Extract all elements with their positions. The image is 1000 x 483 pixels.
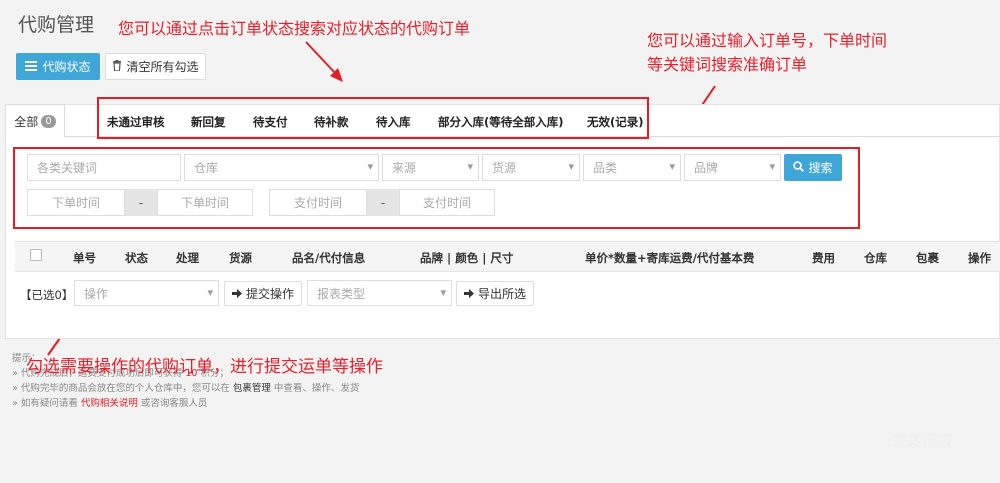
report-type-select-value: 报表类型 [317,286,366,301]
select-hint-annotation: 勾选需要操作的代购订单，进行提交运单等操作 [26,357,383,377]
selected-count: 【已选0】 [20,288,74,302]
order-time-start-input[interactable]: 下单时间 [27,189,125,216]
column-header-actions: 操作 [968,251,991,265]
column-header-unit-price: 单价*数量+寄库运费/代付基本费 [585,251,755,265]
tab-all[interactable]: 全部 0 [5,104,65,137]
tips-line-help: » 如有疑问请看 代购相关说明 或咨询客服人员 [12,396,207,411]
search-button[interactable]: 搜索 [784,154,842,181]
tab-invalid[interactable]: 无效(记录) [587,114,644,130]
column-header-product-name: 品名/代付信息 [292,251,366,265]
tips-line-help-post: 或咨询客服人员 [140,398,208,409]
search-label: 搜索 [808,161,833,175]
source-select-value: 来源 [392,161,417,175]
column-header-fee: 费用 [812,251,835,265]
keyword-input[interactable]: 各类关键词 [27,154,181,181]
order-time-separator: - [125,189,157,216]
tab-rejected[interactable]: 未通过审核 [107,114,165,130]
goods-source-select[interactable]: 货源 [482,154,580,181]
category-select[interactable]: 品类 [583,154,681,181]
tips-line-help-pre: » 如有疑问请看 [12,398,78,409]
column-header-status: 状态 [125,251,148,265]
tips-line-warehouse: » 代购完毕的商品会放在您的个人仓库中，您可以在 包裹管理 中查看、操作、发货 [12,381,359,396]
operation-select[interactable]: 操作 [74,280,219,306]
operation-select-value: 操作 [84,286,109,301]
export-selected-button[interactable]: 导出所选 [456,281,534,306]
tab-pending-payment[interactable]: 待支付 [253,114,288,130]
tips-line-warehouse-pre: » 代购完毕的商品会放在您的个人仓库中，您可以在 [12,383,230,394]
submit-operation-label: 提交操作 [245,287,294,301]
tab-partial-warehouse[interactable]: 部分入库(等待全部入库) [438,114,564,130]
source-select[interactable]: 来源 [382,154,479,181]
purchase-guide-link[interactable]: 代购相关说明 [81,398,138,409]
watermark: 爱转运服 [891,432,952,450]
tab-all-count-badge: 0 [41,114,56,128]
export-arrow-icon [463,287,474,301]
brand-select-value: 品牌 [694,161,719,175]
package-management-link[interactable]: 包裹管理 [233,383,271,394]
order-time-end-input[interactable]: 下单时间 [157,189,253,216]
pay-time-separator: - [367,189,399,216]
select-all-checkbox[interactable] [30,249,42,261]
column-header-package: 包裹 [916,251,939,265]
column-header-brand-color-size: 品牌 | 颜色 | 尺寸 [420,251,514,265]
tab-pending-warehouse[interactable]: 待入库 [376,114,411,130]
tab-new-reply[interactable]: 新回复 [191,114,226,130]
submit-operation-button[interactable]: 提交操作 [224,281,302,306]
column-header-goods-source: 货源 [229,251,252,265]
tab-all-label: 全部 [14,114,39,129]
report-type-select[interactable]: 报表类型 [307,280,452,306]
status-tabs-highlight [97,97,649,139]
tips-line-warehouse-post: 中查看、操作、发货 [273,383,360,394]
submit-arrow-icon [231,287,242,301]
column-header-warehouse: 仓库 [864,251,887,265]
column-header-handling: 处理 [176,251,199,265]
goods-source-select-value: 货源 [492,161,517,175]
tab-pending-supplement[interactable]: 待补款 [314,114,349,130]
warehouse-select[interactable]: 仓库 [184,154,379,181]
brand-select[interactable]: 品牌 [684,154,781,181]
warehouse-select-value: 仓库 [194,161,219,175]
pay-time-start-input[interactable]: 支付时间 [269,189,367,216]
category-select-value: 品类 [593,161,618,175]
pay-time-end-input[interactable]: 支付时间 [399,189,495,216]
column-header-order-no: 单号 [73,251,96,265]
search-icon [793,160,805,175]
export-selected-label: 导出所选 [477,287,526,301]
